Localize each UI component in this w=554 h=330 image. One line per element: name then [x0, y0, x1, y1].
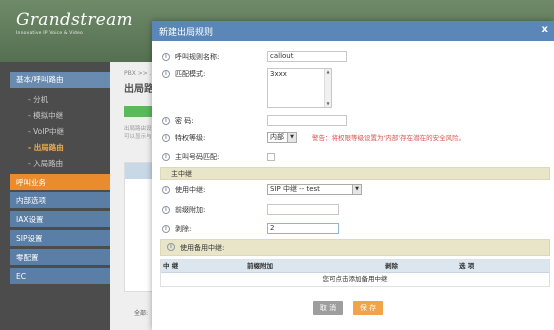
password-input[interactable]	[267, 115, 347, 126]
privilege-value: 内部	[270, 133, 284, 141]
total-label: 全部:	[134, 310, 149, 317]
logo-tagline: Innovative IP Voice & Video	[16, 31, 83, 36]
add-backup-trunk-link[interactable]: 您可点击添加备用中继	[161, 273, 549, 286]
use-trunk-select[interactable]: SIP 中继 -- test ▼	[267, 184, 362, 195]
column-header-options: 选 项	[459, 262, 475, 270]
sidebar-subitem-analog-trunks[interactable]: - 模拟中继	[28, 108, 63, 124]
close-icon[interactable]: x	[542, 24, 548, 35]
info-icon: i	[167, 243, 175, 251]
callerid-match-row: i 主叫号码匹配:	[152, 151, 554, 167]
rule-name-row: i 呼叫规则名称: callout	[152, 51, 554, 67]
dialog-titlebar: 新建出局规则 x	[152, 21, 554, 41]
info-icon: i	[162, 206, 170, 214]
privilege-row: i 特权等级: 内部 ▼ 警告：将权限等级设置为'内部'存在潜在的安全风险。	[152, 132, 554, 148]
strip-label: 剥除:	[175, 225, 192, 233]
backup-trunk-section-header: i 使用备用中继:	[160, 239, 550, 256]
scroll-down-icon[interactable]: ▼	[325, 101, 331, 107]
info-icon: i	[162, 53, 170, 61]
pattern-label: 匹配模式:	[175, 70, 206, 78]
sidebar-subitem-inbound-routes[interactable]: - 入局路由	[28, 156, 63, 172]
info-icon: i	[162, 186, 170, 194]
main-trunk-section-header: 主中继	[160, 167, 550, 180]
info-icon: i	[162, 134, 170, 142]
password-label: 密 码:	[175, 117, 194, 125]
prepend-input[interactable]	[267, 204, 339, 215]
main-trunk-section-label: 主中继	[171, 170, 192, 178]
logo: Grandstream Innovative IP Voice & Video	[16, 10, 133, 36]
chevron-down-icon: ▼	[352, 185, 361, 194]
pattern-scrollbar[interactable]: ▲ ▼	[324, 69, 331, 107]
info-icon: i	[162, 70, 170, 78]
use-trunk-row: i 使用中继: SIP 中继 -- test ▼	[152, 184, 554, 200]
strip-row: i 剥除: 2	[152, 223, 554, 239]
pattern-textarea[interactable]: 3xxx ▲ ▼	[267, 68, 332, 108]
use-trunk-label: 使用中继:	[175, 186, 206, 194]
security-warning: 警告：将权限等级设置为'内部'存在潜在的安全风险。	[312, 134, 466, 142]
info-icon: i	[162, 117, 170, 125]
scroll-up-icon[interactable]: ▲	[325, 69, 331, 75]
use-trunk-value: SIP 中继 -- test	[270, 185, 320, 193]
info-icon: i	[162, 153, 170, 161]
sidebar-item-iax-settings[interactable]: IAX设置	[10, 211, 110, 228]
dialog-title: 新建出局规则	[159, 28, 214, 38]
rule-name-label: 呼叫规则名称:	[175, 53, 220, 61]
sidebar-item-zero-config[interactable]: 零配置	[10, 249, 110, 266]
sidebar-item-internal-options[interactable]: 内部选项	[10, 192, 110, 209]
pattern-row: i 匹配模式: 3xxx ▲ ▼	[152, 68, 554, 110]
privilege-select[interactable]: 内部 ▼	[267, 132, 297, 143]
table-header: 中 继 前缀附加 剥除 选 项	[161, 260, 549, 273]
breadcrumb: PBX >> ...	[124, 70, 156, 77]
sidebar-section-header[interactable]: 基本/呼叫路由	[10, 72, 110, 88]
sidebar: 基本/呼叫路由 - 分机 - 模拟中继 - VoIP中继 - 出局路由 - 入局…	[0, 62, 110, 330]
logo-text: Grandstream	[16, 10, 133, 30]
cancel-button[interactable]: 取 消	[313, 301, 343, 315]
prepend-row: i 前缀附加:	[152, 204, 554, 220]
sidebar-item-ec[interactable]: EC	[10, 268, 110, 285]
chevron-down-icon: ▼	[287, 133, 296, 142]
pattern-value: 3xxx	[270, 70, 287, 78]
password-row: i 密 码:	[152, 115, 554, 131]
new-outbound-rule-dialog: 新建出局规则 x i 呼叫规则名称: callout i 匹配模式: 3xxx …	[152, 21, 554, 330]
sidebar-item-call-features[interactable]: 呼叫业务	[10, 174, 110, 191]
backup-trunk-section-label: 使用备用中继:	[180, 244, 225, 252]
info-icon: i	[162, 225, 170, 233]
strip-input[interactable]: 2	[267, 223, 339, 234]
callerid-match-checkbox[interactable]	[267, 153, 275, 161]
sidebar-subitem-outbound-routes[interactable]: - 出局路由	[28, 140, 64, 156]
save-button[interactable]: 保 存	[353, 301, 383, 315]
sidebar-subitem-extensions[interactable]: - 分机	[28, 92, 48, 108]
prepend-label: 前缀附加:	[175, 206, 206, 214]
column-header-prepend: 前缀附加	[247, 262, 273, 270]
column-header-trunk: 中 继	[163, 262, 179, 270]
callerid-match-label: 主叫号码匹配:	[175, 153, 220, 161]
sidebar-item-sip-settings[interactable]: SIP设置	[10, 230, 110, 247]
privilege-label: 特权等级:	[175, 134, 206, 142]
backup-trunks-table: 中 继 前缀附加 剥除 选 项 您可点击添加备用中继	[160, 259, 550, 287]
rule-name-input[interactable]: callout	[267, 51, 347, 62]
column-header-strip: 剥除	[385, 262, 398, 270]
sidebar-subitem-voip-trunks[interactable]: - VoIP中继	[28, 124, 64, 140]
